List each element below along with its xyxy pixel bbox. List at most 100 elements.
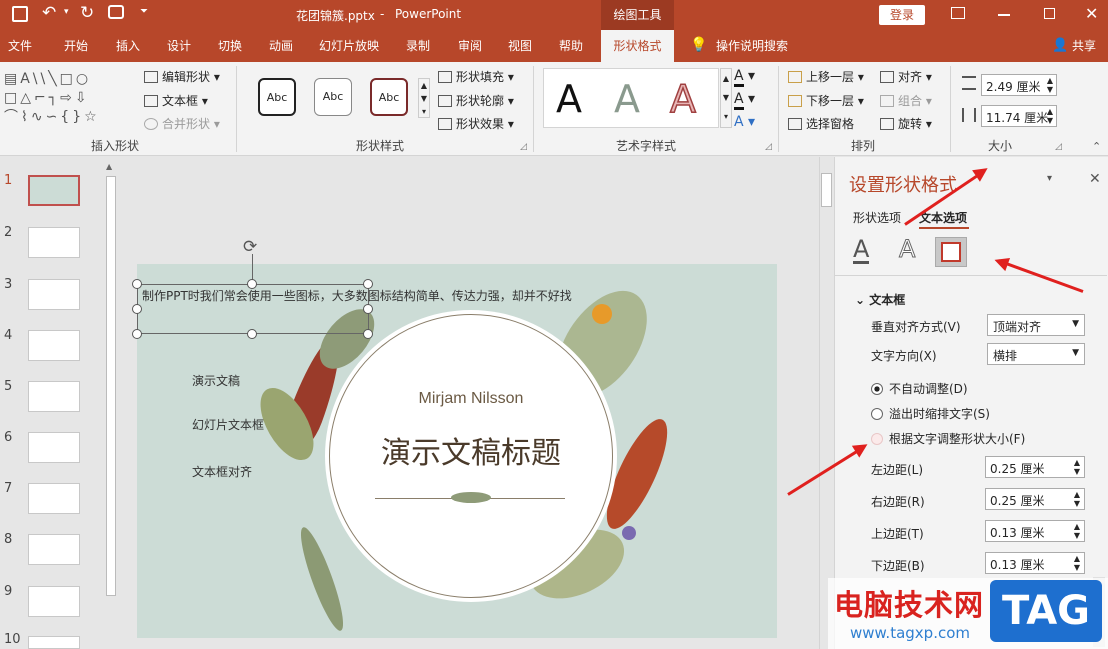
scroll-up-icon[interactable]: ▲: [106, 162, 112, 171]
resize-handle[interactable]: [132, 329, 142, 339]
spinner-icon[interactable]: ▲ ▼: [1047, 76, 1053, 94]
resize-handle[interactable]: [247, 279, 257, 289]
collapse-ribbon-icon[interactable]: ⌃: [1092, 140, 1101, 153]
spinner-icon[interactable]: ▲ ▼: [1074, 458, 1080, 476]
wordart-gallery-scroll[interactable]: ▲ ▼ ▾: [720, 68, 732, 128]
resize-handle[interactable]: [363, 304, 373, 314]
slide-thumbnail-6[interactable]: [28, 432, 80, 463]
merge-shapes-button[interactable]: 合并形状 ▾: [144, 115, 220, 132]
top-margin-input[interactable]: 0.13 厘米 ▲ ▼: [985, 520, 1085, 542]
undo-dropdown-icon[interactable]: ▾: [64, 7, 69, 17]
slide-thumbnail-5[interactable]: [28, 381, 80, 412]
bullet-text[interactable]: 幻灯片文本框: [192, 416, 264, 433]
resize-handle[interactable]: [132, 279, 142, 289]
tab-file[interactable]: 文件: [6, 30, 34, 62]
person-icon[interactable]: 👤: [1052, 38, 1068, 53]
dialog-launcher-icon[interactable]: ◿: [765, 142, 772, 152]
spinner-icon[interactable]: ▲ ▼: [1047, 107, 1053, 125]
radio-button[interactable]: [871, 383, 883, 395]
maximize-icon[interactable]: [1044, 8, 1055, 19]
align-button[interactable]: 对齐 ▾: [880, 68, 932, 85]
text-fill-outline-icon[interactable]: A: [853, 237, 870, 264]
slide-thumbnail-2[interactable]: [28, 227, 80, 258]
slide-thumbnail-9[interactable]: [28, 586, 80, 617]
slide-thumbnail-3[interactable]: [28, 279, 80, 310]
textbox-content[interactable]: 制作PPT时我们常会使用一些图标，大多数图标结构简单、传达力强，却并不好找: [142, 287, 612, 304]
tab-home[interactable]: 开始: [60, 30, 92, 62]
shape-effect-button[interactable]: 形状效果 ▾: [438, 115, 514, 132]
send-backward-button[interactable]: 下移一层 ▾: [788, 92, 864, 109]
rotate-handle-icon[interactable]: ⟳: [243, 237, 257, 257]
text-effects-icon[interactable]: A: [898, 237, 915, 262]
valign-select[interactable]: 顶端对齐 ▼: [987, 314, 1085, 336]
text-effects-button[interactable]: A ▾: [734, 114, 755, 130]
rotate-button[interactable]: 旋转 ▾: [880, 115, 932, 132]
tab-help[interactable]: 帮助: [555, 30, 587, 62]
shape-gallery[interactable]: ▤A\\╲□○ □△⌐┐⇨⇩ ⌒⌇∿∽{}☆: [4, 70, 132, 128]
selection-pane-button[interactable]: 选择窗格: [788, 115, 854, 132]
wordart-gallery[interactable]: A A A: [543, 68, 719, 128]
dialog-launcher-icon[interactable]: ◿: [520, 142, 527, 152]
group-button[interactable]: 组合 ▾: [880, 92, 932, 109]
undo-icon[interactable]: ↶: [42, 3, 56, 23]
login-button[interactable]: 登录: [879, 5, 925, 25]
tab-shape-format[interactable]: 形状格式: [601, 30, 674, 62]
tab-record[interactable]: 录制: [402, 30, 434, 62]
bullet-text[interactable]: 演示文稿: [192, 372, 240, 389]
ribbon-display-icon[interactable]: [951, 7, 965, 19]
save-icon[interactable]: [12, 6, 28, 22]
shape-fill-button[interactable]: 形状填充 ▾: [438, 68, 514, 85]
spinner-icon[interactable]: ▲ ▼: [1074, 490, 1080, 508]
textbox-button[interactable]: 文本框 ▾: [144, 92, 208, 109]
direction-select[interactable]: 横排 ▼: [987, 343, 1085, 365]
tab-view[interactable]: 视图: [504, 30, 536, 62]
tab-review[interactable]: 审阅: [454, 30, 486, 62]
wordart-style-outline[interactable]: A: [669, 76, 697, 122]
text-outline-button[interactable]: A ▾: [734, 91, 755, 110]
tell-me-search[interactable]: 操作说明搜索: [714, 30, 790, 62]
right-margin-input[interactable]: 0.25 厘米 ▲ ▼: [985, 488, 1085, 510]
spinner-icon[interactable]: ▲ ▼: [1074, 554, 1080, 572]
wordart-style-black[interactable]: A: [556, 77, 582, 121]
spinner-icon[interactable]: ▲ ▼: [1074, 522, 1080, 540]
textbox-options-icon[interactable]: [935, 237, 967, 267]
tab-shape-options[interactable]: 形状选项: [853, 209, 901, 226]
slide-thumbnail-8[interactable]: [28, 534, 80, 565]
section-textbox-header[interactable]: ⌄ 文本框: [855, 291, 905, 308]
close-icon[interactable]: ✕: [1085, 4, 1098, 23]
slide-thumbnail-1[interactable]: [28, 175, 80, 206]
shape-height-input[interactable]: 2.49 厘米 ▲ ▼: [981, 74, 1057, 96]
radio-button[interactable]: [871, 408, 883, 420]
shape-width-input[interactable]: 11.74 厘米 ▲ ▼: [981, 105, 1057, 127]
slide-thumbnail-7[interactable]: [28, 483, 80, 514]
slide-thumbnail-10[interactable]: [28, 636, 80, 649]
slide-thumbnail-4[interactable]: [28, 330, 80, 361]
shape-style-1[interactable]: Abc: [258, 78, 296, 116]
text-fill-button[interactable]: A ▾: [734, 68, 755, 87]
scrollbar-thumb[interactable]: [821, 173, 832, 207]
share-button[interactable]: 共享: [1070, 30, 1098, 62]
bullet-text[interactable]: 文本框对齐: [192, 463, 252, 480]
radio-no-autofit[interactable]: 不自动调整(D): [871, 380, 968, 397]
customize-toolbar-icon[interactable]: ⏷: [140, 6, 148, 17]
resize-handle[interactable]: [247, 329, 257, 339]
left-margin-input[interactable]: 0.25 厘米 ▲ ▼: [985, 456, 1085, 478]
resize-handle[interactable]: [363, 279, 373, 289]
wordart-style-gray[interactable]: A: [614, 77, 640, 121]
shape-style-2[interactable]: Abc: [314, 78, 352, 116]
tab-animations[interactable]: 动画: [265, 30, 297, 62]
slide-title[interactable]: 演示文稿标题: [325, 428, 617, 472]
dialog-launcher-icon[interactable]: ◿: [1055, 142, 1062, 152]
tab-transitions[interactable]: 切换: [214, 30, 246, 62]
tab-insert[interactable]: 插入: [112, 30, 144, 62]
author-name[interactable]: Mirjam Nilsson: [325, 390, 617, 408]
tab-design[interactable]: 设计: [163, 30, 195, 62]
canvas-scrollbar[interactable]: [819, 157, 833, 649]
shape-outline-button[interactable]: 形状轮廓 ▾: [438, 92, 514, 109]
radio-button[interactable]: [871, 433, 883, 445]
shape-style-3[interactable]: Abc: [370, 78, 408, 116]
radio-resize-shape[interactable]: 根据文字调整形状大小(F): [871, 430, 1025, 447]
pane-options-icon[interactable]: ▾: [1047, 173, 1052, 184]
start-slideshow-icon[interactable]: [108, 5, 124, 19]
edit-shape-button[interactable]: 编辑形状 ▾: [144, 68, 220, 85]
